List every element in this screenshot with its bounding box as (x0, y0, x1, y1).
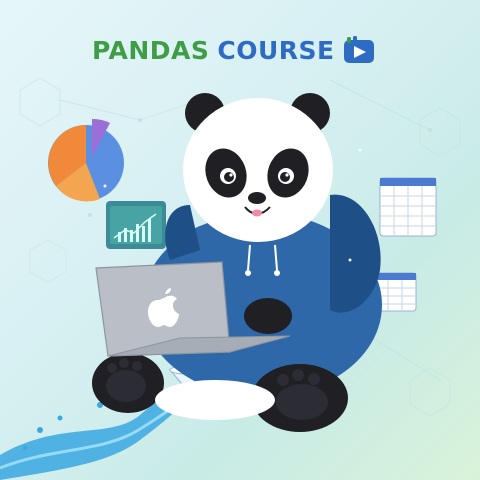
spreadsheet-icon (379, 177, 437, 237)
pie-chart-icon (48, 118, 124, 202)
course-banner: PANDAS COURSE (0, 0, 480, 480)
panda-illustration (0, 93, 437, 480)
bar-chart-screen-icon (106, 201, 166, 249)
panda-paw (244, 298, 292, 334)
panda-head (183, 93, 333, 242)
